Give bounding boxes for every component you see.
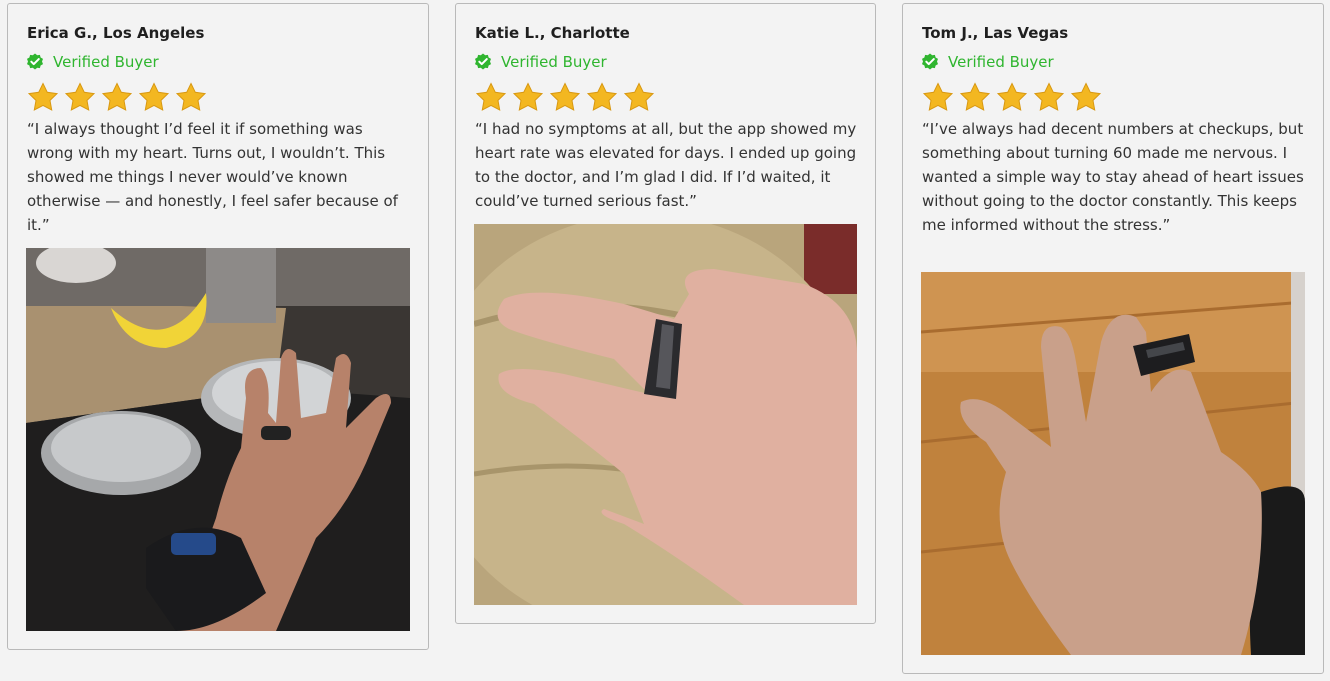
star-icon [549,82,581,111]
verified-label: Verified Buyer [53,53,159,71]
review-quote: “I always thought I’d feel it if somethi… [27,120,398,234]
star-icon [922,82,954,111]
star-icon [138,82,170,111]
star-icon [1033,82,1065,111]
verified-check-icon [475,53,491,70]
verified-check-icon [922,53,938,70]
review-card: Tom J., Las Vegas Verified Buyer “I’ve a… [902,3,1324,674]
review-photo [26,248,410,631]
star-icon [175,82,207,111]
review-photo [474,224,857,605]
reviewer-name: Tom J., Las Vegas [922,24,1069,42]
verified-label: Verified Buyer [501,53,607,71]
star-icon [959,82,991,111]
review-quote: “I had no symptoms at all, but the app s… [475,120,857,210]
star-icon [512,82,544,111]
verified-badge: Verified Buyer [474,53,607,71]
reviewer-name: Erica G., Los Angeles [27,24,205,42]
star-icon [586,82,618,111]
review-quote: “I’ve always had decent numbers at check… [922,120,1304,234]
verified-badge: Verified Buyer [26,53,159,71]
review-photo [921,272,1305,655]
review-card: Erica G., Los Angeles Verified Buyer “I … [7,3,429,650]
star-icon [623,82,655,111]
verified-check-icon [27,53,43,70]
star-rating [922,82,1107,112]
star-icon [27,82,59,111]
star-icon [101,82,133,111]
star-rating [475,82,660,112]
verified-label: Verified Buyer [948,53,1054,71]
reviewer-name: Katie L., Charlotte [475,24,630,42]
star-icon [1070,82,1102,111]
star-icon [64,82,96,111]
verified-badge: Verified Buyer [921,53,1054,71]
star-icon [475,82,507,111]
review-card: Katie L., Charlotte Verified Buyer “I ha… [455,3,876,624]
star-rating [27,82,212,112]
star-icon [996,82,1028,111]
